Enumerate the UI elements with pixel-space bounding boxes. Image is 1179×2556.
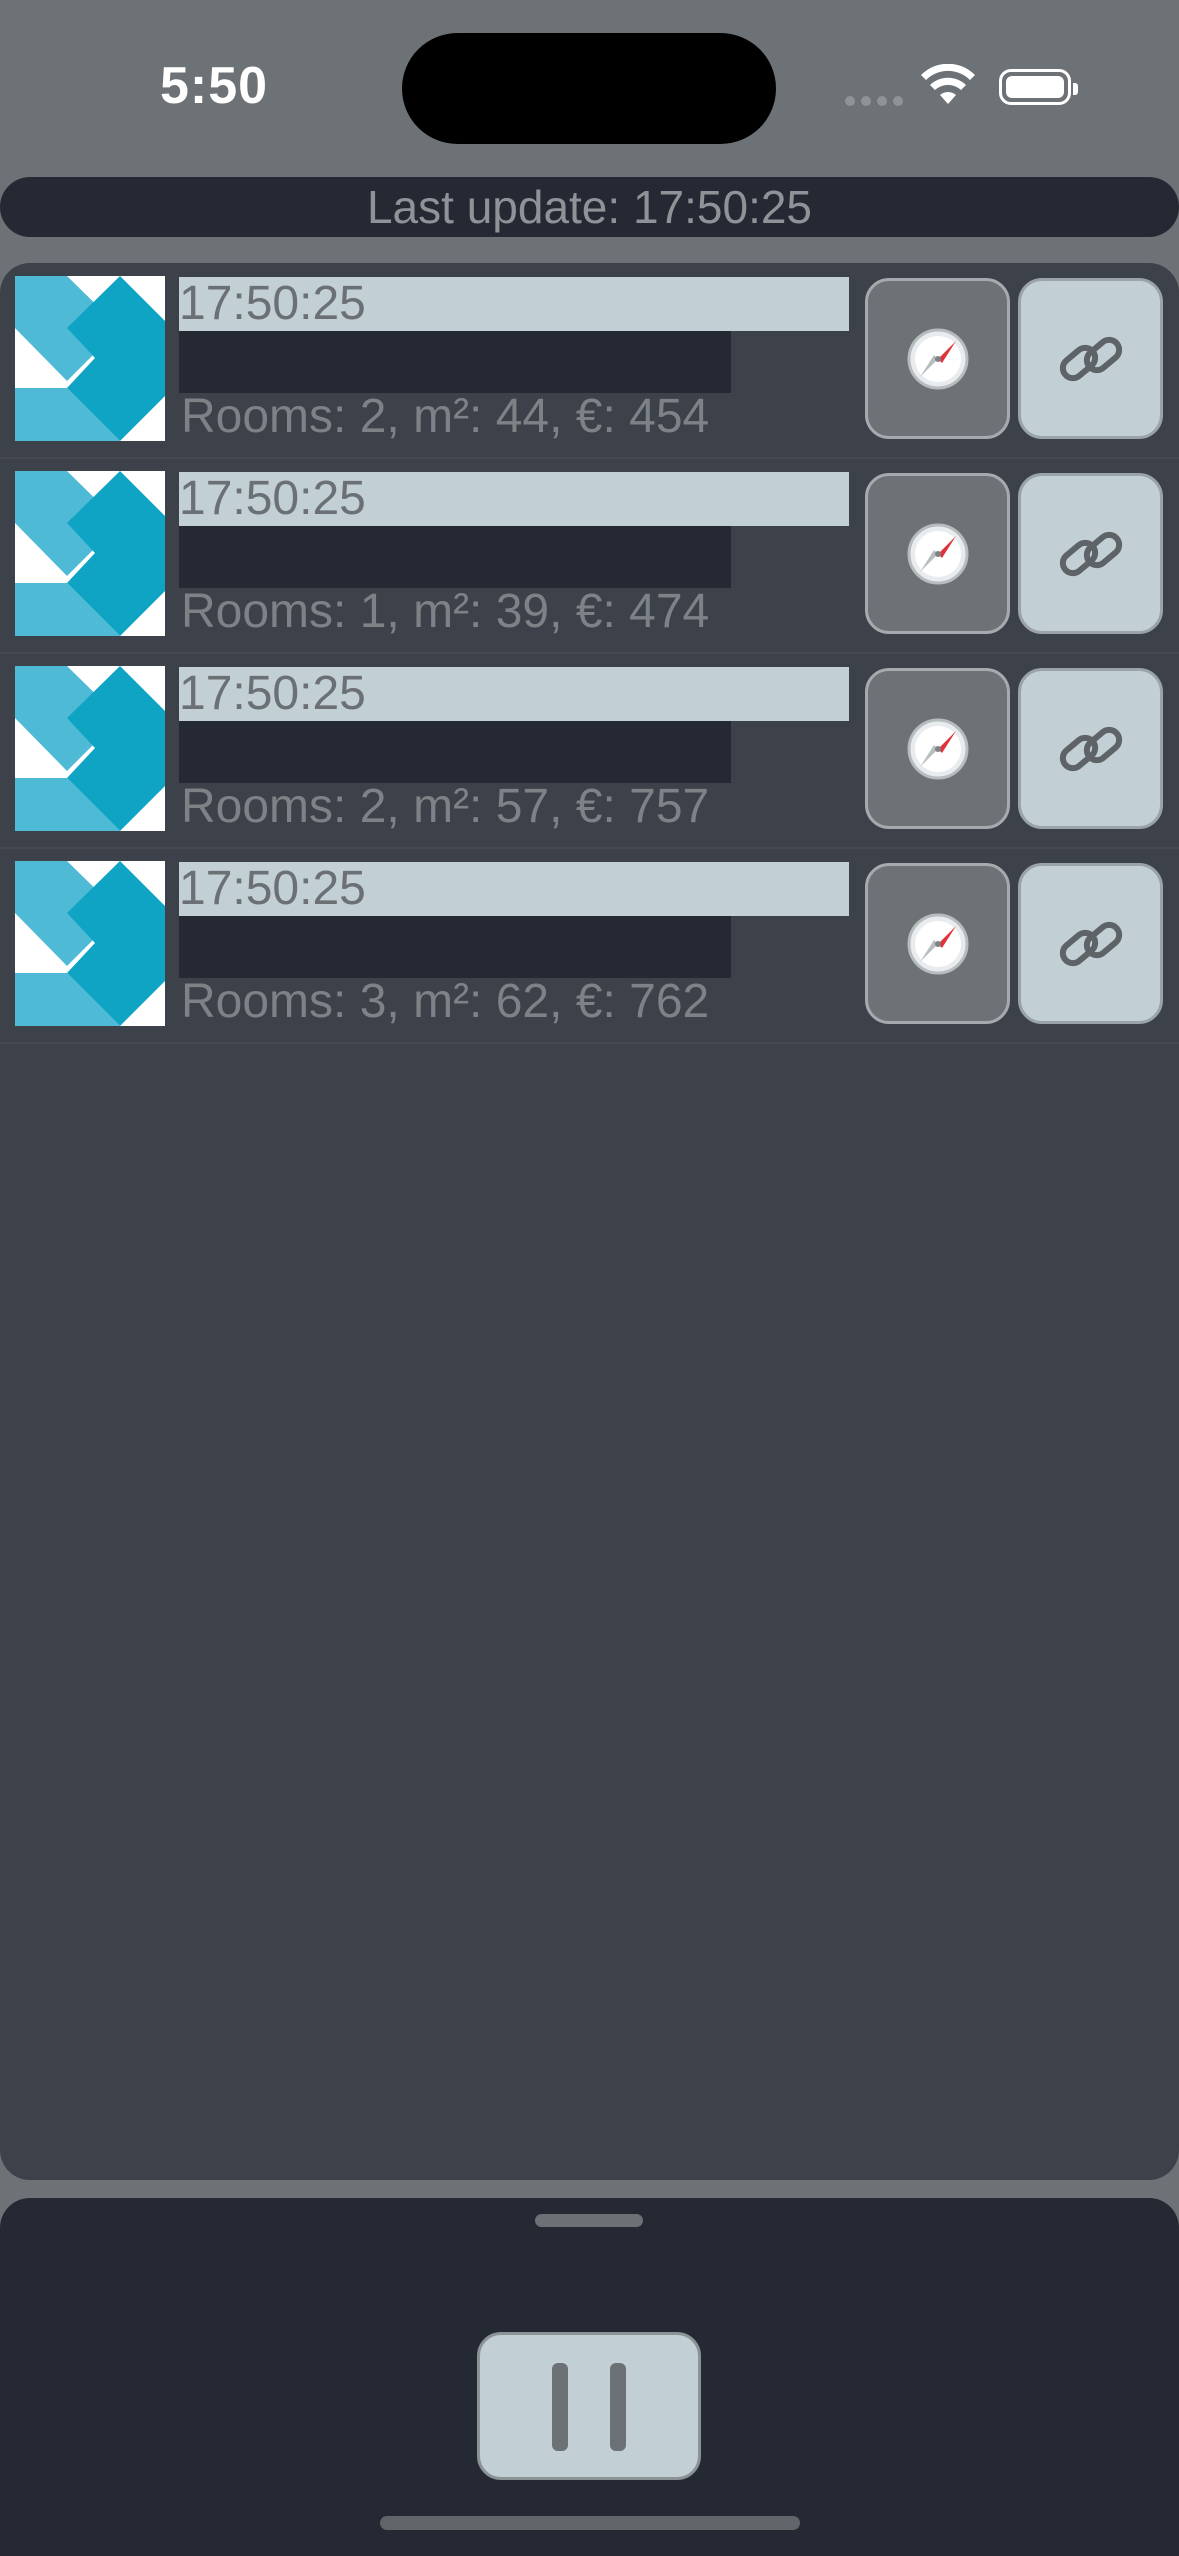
home-indicator[interactable]	[380, 2516, 800, 2530]
listing-time: 17:50:25	[179, 277, 849, 331]
safari-compass-icon	[907, 328, 968, 389]
listing-time: 17:50:25	[179, 472, 849, 526]
listing-time: 17:50:25	[179, 667, 849, 721]
open-link-button[interactable]	[1018, 668, 1163, 829]
listing-logo	[15, 276, 165, 441]
listing-row[interactable]: 17:50:25 Rooms: 3, m²: 62, €: 762	[0, 848, 1179, 1044]
listing-logo	[15, 666, 165, 831]
listing-title-redacted	[179, 526, 731, 588]
link-icon	[1059, 531, 1122, 576]
safari-compass-icon	[907, 913, 968, 974]
listings-panel[interactable]: 17:50:25 Rooms: 2, m²: 44, €: 454 17:50:…	[0, 263, 1179, 2180]
listing-logo	[15, 471, 165, 636]
safari-compass-icon	[907, 718, 968, 779]
dynamic-island	[402, 33, 776, 144]
listing-title-redacted	[179, 916, 731, 978]
link-icon	[1059, 726, 1122, 771]
listing-title-redacted	[179, 721, 731, 783]
listing-row[interactable]: 17:50:25 Rooms: 1, m²: 39, €: 474	[0, 458, 1179, 654]
open-link-button[interactable]	[1018, 278, 1163, 439]
listing-time: 17:50:25	[179, 862, 849, 916]
bottom-sheet	[0, 2198, 1179, 2556]
open-in-safari-button[interactable]	[865, 863, 1010, 1024]
listing-row[interactable]: 17:50:25 Rooms: 2, m²: 44, €: 454	[0, 263, 1179, 459]
open-in-safari-button[interactable]	[865, 278, 1010, 439]
wifi-icon	[921, 64, 975, 104]
pause-button[interactable]	[477, 2332, 701, 2480]
battery-icon	[999, 69, 1078, 105]
listing-details: Rooms: 2, m²: 44, €: 454	[181, 390, 710, 443]
cellular-signal-icon	[845, 93, 909, 111]
link-icon	[1059, 336, 1122, 381]
open-link-button[interactable]	[1018, 863, 1163, 1024]
listing-row[interactable]: 17:50:25 Rooms: 2, m²: 57, €: 757	[0, 653, 1179, 849]
listing-details: Rooms: 1, m²: 39, €: 474	[181, 585, 710, 638]
listing-title-redacted	[179, 331, 731, 393]
status-time: 5:50	[160, 57, 269, 115]
link-icon	[1059, 921, 1122, 966]
open-in-safari-button[interactable]	[865, 668, 1010, 829]
listing-details: Rooms: 3, m²: 62, €: 762	[181, 975, 710, 1028]
last-update-bar: Last update: 17:50:25	[0, 177, 1179, 237]
open-in-safari-button[interactable]	[865, 473, 1010, 634]
sheet-grabber[interactable]	[535, 2214, 643, 2227]
open-link-button[interactable]	[1018, 473, 1163, 634]
listing-details: Rooms: 2, m²: 57, €: 757	[181, 780, 710, 833]
status-bar: 5:50	[0, 0, 1179, 170]
safari-compass-icon	[907, 523, 968, 584]
last-update-label: Last update: 17:50:25	[366, 181, 813, 233]
listing-logo	[15, 861, 165, 1026]
